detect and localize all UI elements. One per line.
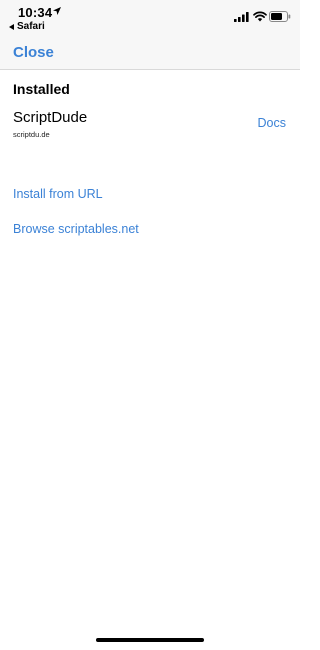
navigation-bar: Close — [0, 36, 300, 70]
back-app-label: Safari — [17, 21, 45, 32]
script-name: ScriptDude — [13, 109, 88, 126]
back-triangle-icon — [9, 23, 14, 30]
close-button[interactable]: Close — [13, 44, 54, 61]
install-from-url-link[interactable]: Install from URL — [13, 187, 103, 201]
wifi-icon — [253, 11, 267, 22]
browse-scriptables-link[interactable]: Browse scriptables.net — [13, 222, 139, 236]
installed-section-title: Installed — [13, 81, 70, 97]
status-time: 10:34 — [18, 5, 53, 20]
battery-icon — [269, 11, 291, 22]
screen: 10:34 Safari Close Installed ScriptDude … — [0, 0, 300, 650]
status-bar: 10:34 Safari — [0, 0, 300, 36]
docs-link[interactable]: Docs — [258, 116, 286, 130]
home-indicator[interactable] — [96, 638, 204, 642]
location-arrow-icon — [53, 7, 61, 15]
back-to-app-button[interactable]: Safari — [9, 21, 45, 32]
signal-icon — [234, 12, 249, 22]
script-domain: scriptdu.de — [13, 130, 50, 139]
